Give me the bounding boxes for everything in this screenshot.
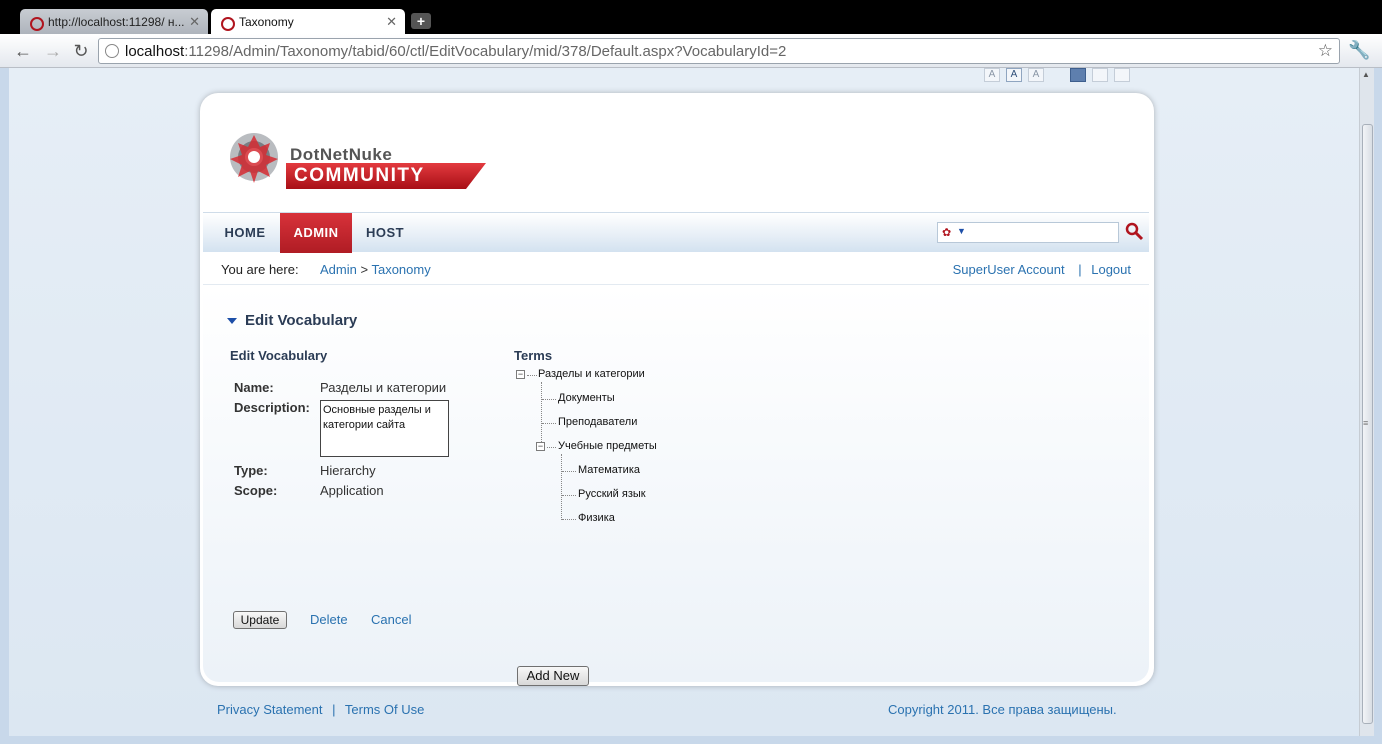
browser-tabstrip: http://localhost:11298/ н... ✕ Taxonomy … [0,0,1382,34]
name-label: Name: [234,380,274,395]
name-value: Разделы и категории [320,380,447,395]
tree-connector [527,375,537,376]
tree-node-physics[interactable]: Физика [578,512,615,524]
terms-heading: Terms [514,348,553,363]
edit-vocabulary-heading: Edit Vocabulary [230,348,328,363]
type-label: Type: [234,463,268,478]
font-medium-button[interactable]: A [1006,68,1022,82]
browser-tab-taxonomy[interactable]: Taxonomy ✕ [211,9,405,34]
tree-node-math[interactable]: Математика [578,464,640,476]
tab-close-icon[interactable]: ✕ [189,14,200,30]
text-size-controls: A A A [984,68,1130,84]
scroll-grip-icon: ≡ [1363,418,1369,428]
account-separator: | [1078,262,1082,277]
wrench-menu-icon[interactable]: 🔧 [1348,40,1370,61]
url-path: :11298/Admin/Taxonomy/tabid/60/ctl/EditV… [184,43,787,60]
copyright: Copyright 2011. Все права защищены. [888,702,1117,717]
menu-item-admin[interactable]: ADMIN [280,213,352,253]
tree-node-documents[interactable]: Документы [558,392,615,404]
tree-node-subjects[interactable]: Учебные предметы [558,440,657,452]
tree-connector [562,519,576,520]
breadcrumb-prefix: You are here: [221,262,299,277]
description-label: Description: [234,400,310,415]
reload-icon[interactable]: ↻ [70,40,92,62]
forward-arrow-icon[interactable]: → [42,40,64,62]
width-medium-button[interactable] [1092,68,1108,82]
back-arrow-icon[interactable]: ← [12,40,34,62]
tree-node-root[interactable]: Разделы и категории [538,368,645,380]
tab-title: http://localhost:11298/ н... [48,14,185,29]
search-provider-icon[interactable]: ✿ [942,226,951,239]
page-globe-icon [105,44,119,58]
tree-connector [561,454,562,520]
tree-connector [562,495,576,496]
site-logo[interactable]: DotNetNuke COMMUNITY [224,123,494,193]
width-wide-button[interactable] [1114,68,1130,82]
collapse-triangle-icon[interactable] [227,318,237,325]
tree-connector [547,447,556,448]
address-url[interactable]: localhost:11298/Admin/Taxonomy/tabid/60/… [125,43,786,60]
tree-connector [562,471,576,472]
menu-item-home[interactable]: HOME [213,213,277,253]
new-tab-plus-icon[interactable]: + [411,13,431,29]
width-narrow-button[interactable] [1070,68,1086,82]
browser-tab-localhost[interactable]: http://localhost:11298/ н... ✕ [20,9,208,34]
page-container: DotNetNuke COMMUNITY HOME ADMIN HOST ✿ ▼… [200,93,1154,686]
cancel-link[interactable]: Cancel [371,612,411,627]
add-new-term-button[interactable]: Add New [517,666,589,686]
description-field[interactable]: Основные разделы и категории сайта [320,400,449,457]
terms-of-use-link[interactable]: Terms Of Use [345,702,424,717]
type-value: Hierarchy [320,463,376,478]
tab-close-icon[interactable]: ✕ [386,14,397,30]
tree-connector [541,382,542,446]
breadcrumb-separator: > [360,262,369,277]
menu-item-host[interactable]: HOST [355,213,415,253]
vertical-scrollbar[interactable]: ▲ ≡ [1359,68,1374,736]
scope-label: Scope: [234,483,278,498]
main-menu: HOME ADMIN HOST ✿ ▼ [203,212,1149,253]
url-host: localhost [125,43,185,60]
tree-connector [542,423,556,424]
breadcrumb: Admin > Taxonomy [320,262,431,277]
breadcrumb-bar: You are here: Admin > Taxonomy SuperUser… [203,252,1149,285]
tab-title: Taxonomy [239,14,294,29]
user-account-link[interactable]: SuperUser Account [953,262,1065,277]
scroll-up-icon[interactable]: ▲ [1362,70,1370,79]
browser-toolbar: ← → ↻ localhost:11298/Admin/Taxonomy/tab… [0,34,1382,68]
terms-tree: − Разделы и категории Документы Преподав… [513,366,713,536]
dnn-gear-logo-icon [230,133,278,183]
breadcrumb-taxonomy[interactable]: Taxonomy [371,262,430,277]
dnn-favicon-icon [28,15,44,31]
footer-links: Privacy Statement | Terms Of Use [217,702,424,717]
dnn-favicon-icon [219,15,235,31]
tree-connector [542,399,556,400]
privacy-link[interactable]: Privacy Statement [217,702,323,717]
logout-link[interactable]: Logout [1091,262,1131,277]
update-button[interactable]: Update [233,611,287,629]
content-pane: Edit Vocabulary Edit Vocabulary Name: Ра… [203,286,1149,686]
footer-separator: | [332,702,336,717]
tree-node-teachers[interactable]: Преподаватели [558,416,637,428]
search-provider-dropdown-icon[interactable]: ▼ [957,226,966,236]
delete-link[interactable]: Delete [310,612,348,627]
module-title-text: Edit Vocabulary [245,312,358,329]
tree-node-russian[interactable]: Русский язык [578,488,646,500]
logo-text-community: COMMUNITY [294,165,425,186]
module-title[interactable]: Edit Vocabulary [227,312,357,329]
address-bar[interactable]: localhost:11298/Admin/Taxonomy/tabid/60/… [98,38,1340,64]
logo-text-dotnetnuke: DotNetNuke [290,145,393,164]
font-small-button[interactable]: A [984,68,1000,82]
font-large-button[interactable]: A [1028,68,1044,82]
bookmark-star-icon[interactable]: ☆ [1318,41,1333,61]
collapse-subjects-icon[interactable]: − [536,442,545,451]
scope-value: Application [320,483,384,498]
account-links: SuperUser Account | Logout [953,262,1131,277]
search-input[interactable]: ✿ ▼ [937,222,1119,243]
collapse-root-icon[interactable]: − [516,370,525,379]
search-icon[interactable] [1124,221,1144,241]
breadcrumb-admin[interactable]: Admin [320,262,357,277]
